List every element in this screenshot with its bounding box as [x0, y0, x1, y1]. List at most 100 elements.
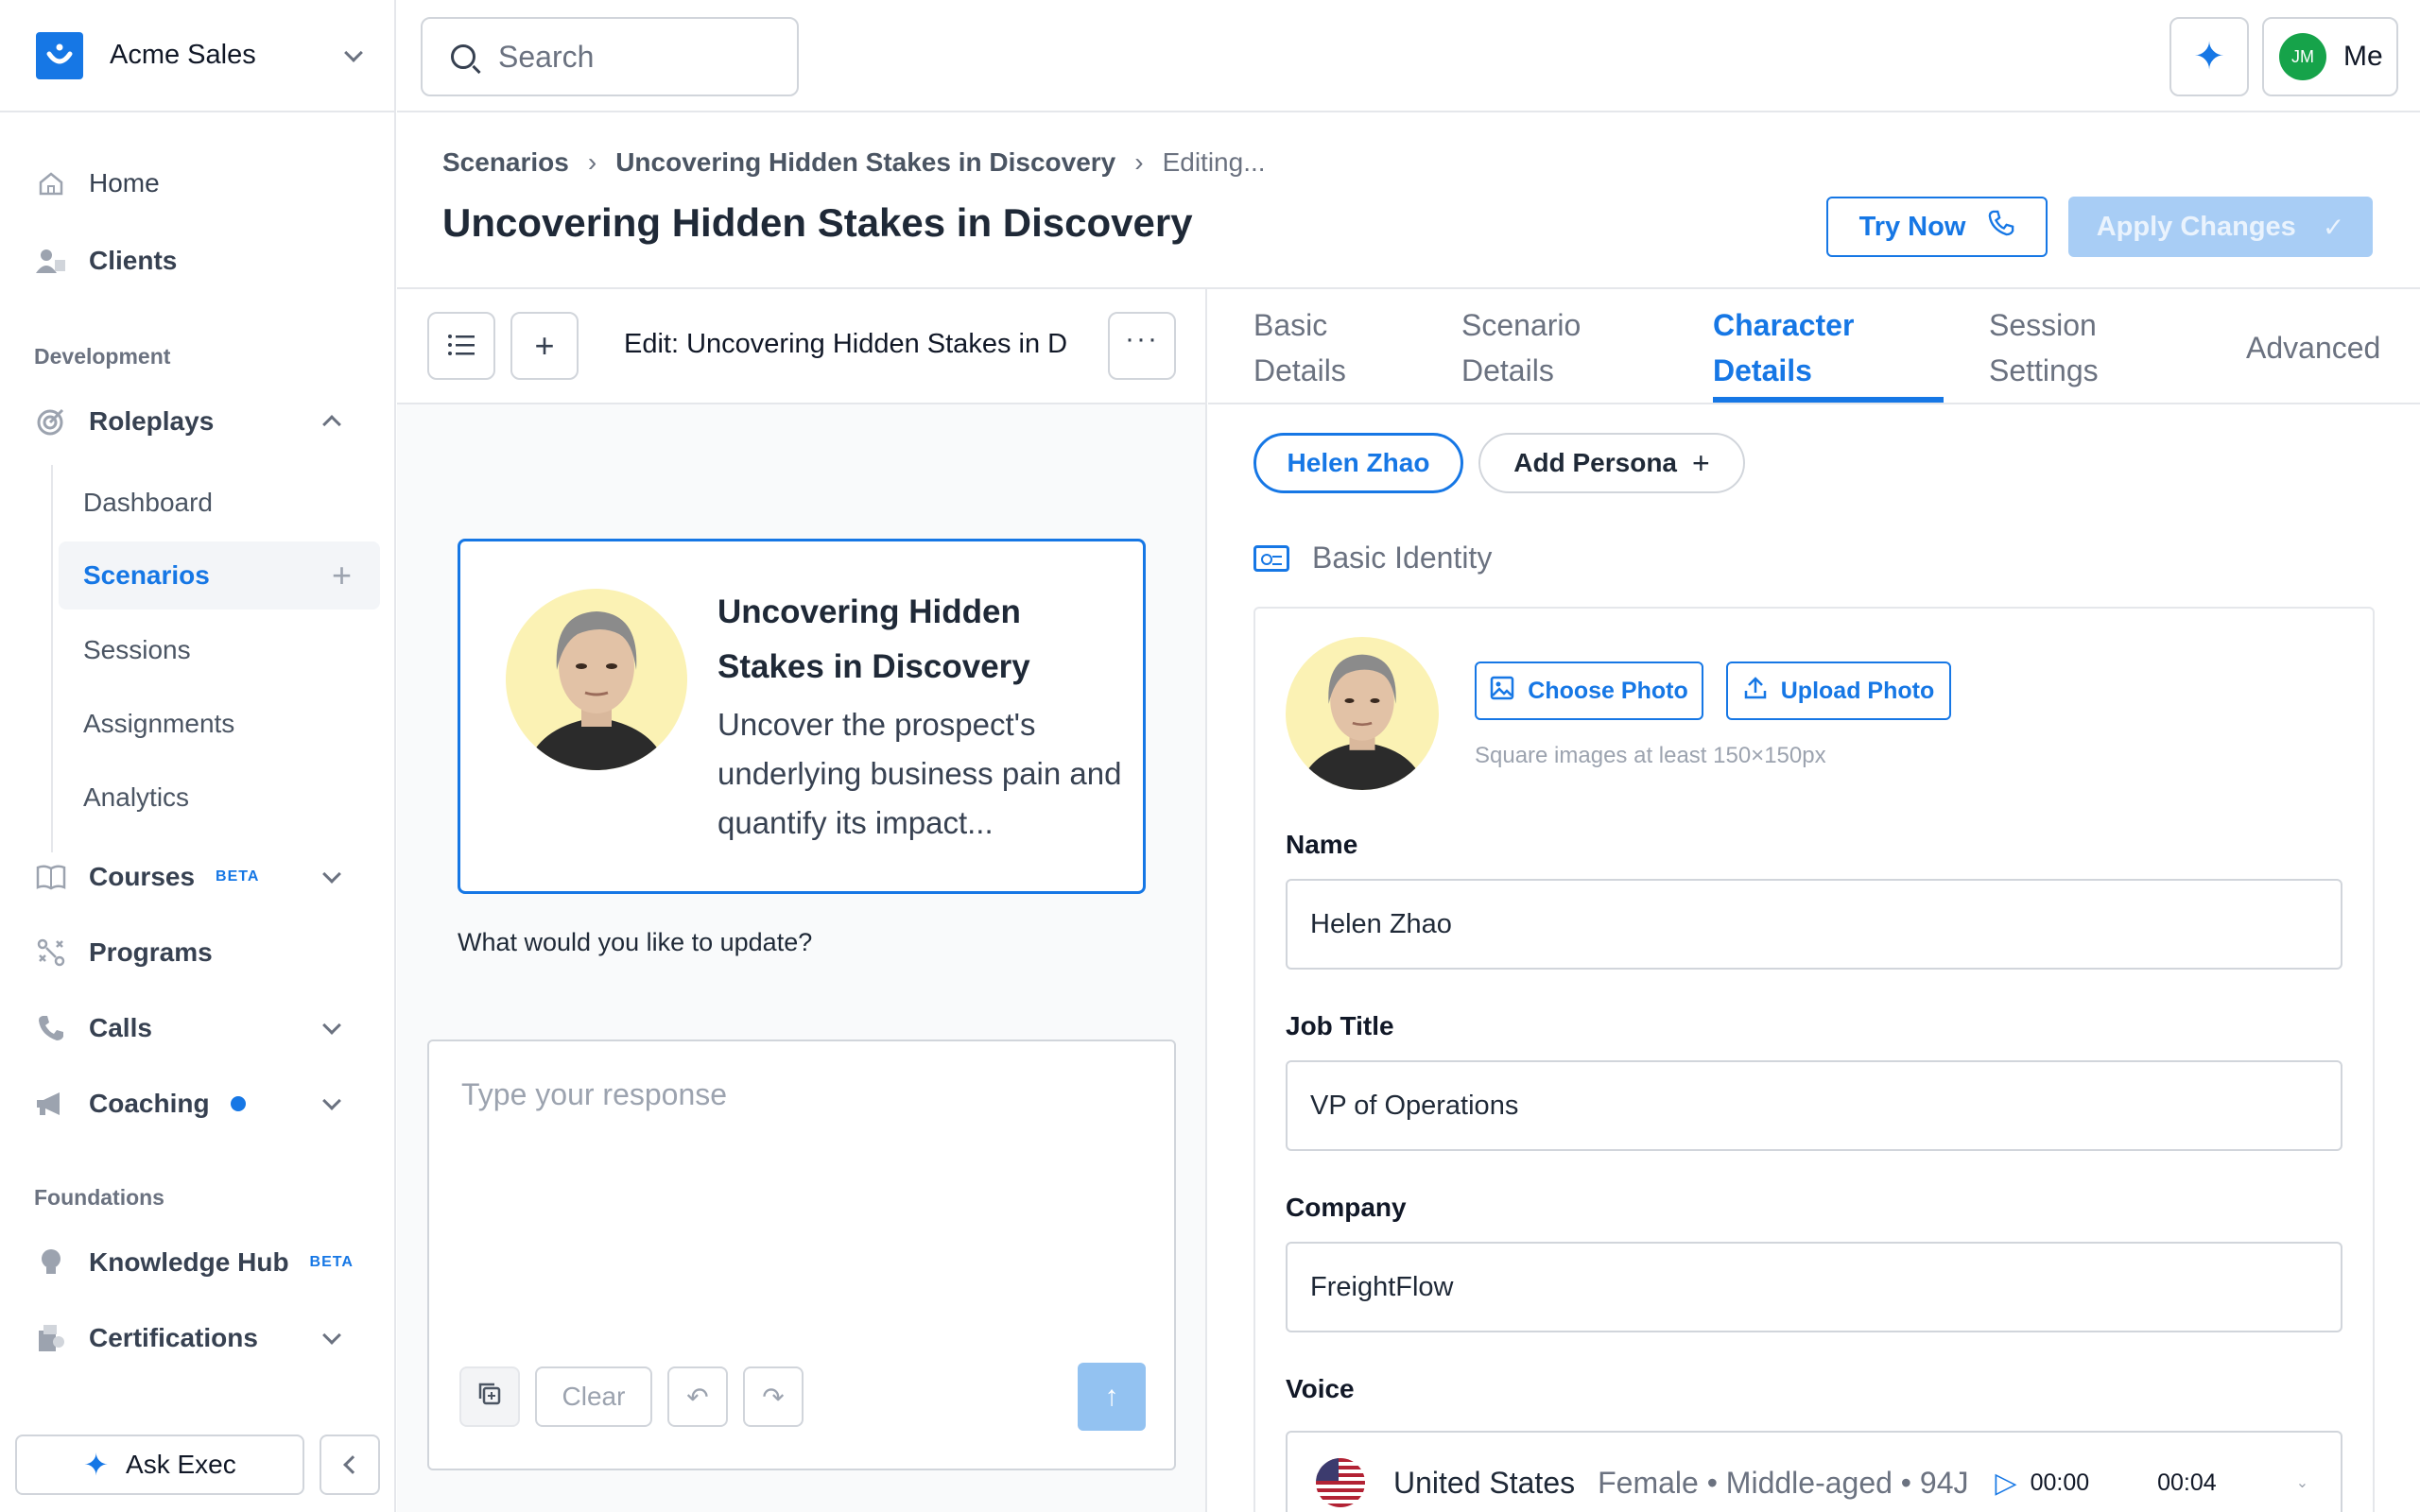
- persona-pill-active[interactable]: Helen Zhao: [1253, 433, 1463, 493]
- org-name: Acme Sales: [110, 40, 256, 70]
- company-field[interactable]: FreightFlow: [1286, 1242, 2342, 1332]
- target-icon: [34, 404, 68, 438]
- choose-photo-button[interactable]: Choose Photo: [1475, 662, 1703, 720]
- copy-button[interactable]: [459, 1366, 520, 1427]
- collapse-sidebar-button[interactable]: [320, 1435, 380, 1495]
- sparkle-icon: ✦: [83, 1448, 110, 1482]
- notification-dot: [230, 1096, 246, 1111]
- top-bar: Search ✦ JM Me: [397, 0, 2420, 112]
- sparkle-icon: ✦: [2193, 36, 2225, 77]
- lightbulb-icon: [34, 1246, 68, 1280]
- add-scenario-icon[interactable]: +: [332, 556, 352, 595]
- breadcrumb-scenarios[interactable]: Scenarios: [442, 147, 569, 178]
- redo-icon: ↷: [762, 1382, 785, 1412]
- apply-changes-button[interactable]: Apply Changes ✓: [2068, 197, 2373, 257]
- copy-icon: [476, 1381, 503, 1414]
- redo-button[interactable]: ↷: [743, 1366, 804, 1427]
- upload-photo-button[interactable]: Upload Photo: [1726, 662, 1951, 720]
- name-field[interactable]: Helen Zhao: [1286, 879, 2342, 970]
- nav-courses[interactable]: Courses BETA: [34, 849, 355, 905]
- sidebar-item-assignments[interactable]: Assignments: [59, 690, 380, 758]
- voice-country: United States: [1393, 1465, 1576, 1500]
- editor-panel: + Edit: Uncovering Hidden Stakes in D ··…: [397, 289, 1207, 1512]
- section-basic-identity: Basic Identity: [1253, 541, 1492, 576]
- new-button[interactable]: +: [510, 312, 579, 380]
- send-button[interactable]: ↑: [1078, 1363, 1146, 1431]
- sidebar-item-dashboard[interactable]: Dashboard: [59, 469, 380, 537]
- nav-home[interactable]: Home: [34, 155, 355, 212]
- clear-button[interactable]: Clear: [535, 1366, 652, 1427]
- home-icon: [34, 166, 68, 200]
- nav-clients[interactable]: Clients: [34, 232, 355, 289]
- clear-label: Clear: [562, 1382, 626, 1411]
- tab-character-details[interactable]: Character Details: [1713, 302, 1893, 393]
- try-now-button[interactable]: Try Now: [1826, 197, 2048, 257]
- book-icon: [34, 860, 68, 894]
- sidebar-item-sessions[interactable]: Sessions: [59, 616, 380, 684]
- sidebar-item-scenarios[interactable]: Scenarios +: [59, 541, 380, 610]
- scenario-card[interactable]: Uncovering Hidden Stakes in Discovery Un…: [458, 539, 1146, 894]
- job-title-field[interactable]: VP of Operations: [1286, 1060, 2342, 1151]
- editor-toolbar: + Edit: Uncovering Hidden Stakes in D ··…: [397, 289, 1205, 404]
- breadcrumb-scenario[interactable]: Uncovering Hidden Stakes in Discovery: [615, 147, 1115, 178]
- voice-meta: Female • Middle-aged • 94J: [1598, 1465, 1969, 1500]
- voice-select[interactable]: United States Female • Middle-aged • 94J…: [1286, 1431, 2342, 1512]
- ai-assistant-button[interactable]: ✦: [2169, 17, 2249, 96]
- tab-bar: Basic Details Scenario Details Character…: [1208, 289, 2420, 404]
- choose-photo-label: Choose Photo: [1528, 677, 1688, 704]
- scenario-card-description: Uncover the prospect's underlying busine…: [717, 707, 1122, 840]
- list-button[interactable]: [427, 312, 495, 380]
- nav-clients-label: Clients: [89, 246, 178, 275]
- chevron-down-icon: [344, 43, 363, 62]
- edit-title: Edit: Uncovering Hidden Stakes in D: [624, 329, 1068, 359]
- company-value: FreightFlow: [1310, 1271, 1454, 1302]
- persona-photo: [506, 585, 687, 774]
- sidebar: Acme Sales Home Clients Development Role…: [0, 0, 396, 1512]
- nav-knowledge-hub[interactable]: Knowledge Hub BETA: [34, 1234, 355, 1291]
- company-label: Company: [1286, 1193, 1407, 1222]
- more-options-button[interactable]: ···: [1108, 312, 1176, 380]
- nav-coaching[interactable]: Coaching: [34, 1075, 355, 1132]
- add-persona-label: Add Persona: [1513, 448, 1677, 477]
- clients-icon: [34, 244, 68, 278]
- org-logo: [36, 31, 83, 79]
- response-input[interactable]: Type your response Clear ↶ ↷ ↑: [427, 1040, 1176, 1470]
- chevron-down-icon: [322, 865, 341, 884]
- play-icon[interactable]: ▷: [1995, 1467, 2016, 1500]
- phone-icon: [1988, 210, 2014, 244]
- programs-icon: [34, 936, 68, 970]
- nav-certifications[interactable]: Certifications: [34, 1310, 355, 1366]
- sidebar-item-label: Scenarios: [83, 560, 210, 590]
- nav-coaching-label: Coaching: [89, 1089, 210, 1118]
- upload-icon: [1743, 676, 1768, 707]
- org-switcher[interactable]: Acme Sales: [0, 0, 396, 112]
- tab-basic-details[interactable]: Basic Details: [1253, 302, 1386, 393]
- search-input[interactable]: Search: [421, 17, 799, 96]
- apply-changes-label: Apply Changes: [2096, 211, 2296, 242]
- beta-badge: BETA: [309, 1254, 354, 1270]
- chevron-right-icon: ›: [587, 147, 597, 177]
- beta-badge: BETA: [216, 868, 260, 885]
- nav-roleplays[interactable]: Roleplays: [34, 393, 355, 450]
- add-persona-button[interactable]: Add Persona +: [1478, 433, 1745, 493]
- undo-button[interactable]: ↶: [667, 1366, 728, 1427]
- tab-session-settings[interactable]: Session Settings: [1989, 302, 2140, 393]
- user-menu-label: Me: [2343, 41, 2383, 72]
- sidebar-item-label: Dashboard: [83, 488, 213, 517]
- tab-scenario-details[interactable]: Scenario Details: [1461, 302, 1613, 393]
- nav-programs[interactable]: Programs: [34, 924, 355, 981]
- sidebar-item-label: Analytics: [83, 782, 190, 812]
- megaphone-icon: [34, 1087, 68, 1121]
- list-icon: [447, 326, 475, 366]
- breadcrumb: Scenarios › Uncovering Hidden Stakes in …: [442, 147, 1266, 178]
- ask-exec-button[interactable]: ✦ Ask Exec: [15, 1435, 304, 1495]
- nav-programs-label: Programs: [89, 937, 213, 967]
- tab-advanced[interactable]: Advanced: [2246, 325, 2380, 370]
- sidebar-item-analytics[interactable]: Analytics: [59, 764, 380, 832]
- nav-calls[interactable]: Calls: [34, 1000, 355, 1057]
- response-placeholder: Type your response: [461, 1077, 728, 1111]
- user-menu-button[interactable]: JM Me: [2262, 17, 2398, 96]
- voice-time-current: 00:00: [2030, 1469, 2090, 1496]
- persona-photo: [1286, 637, 1439, 790]
- ask-exec-label: Ask Exec: [126, 1450, 236, 1479]
